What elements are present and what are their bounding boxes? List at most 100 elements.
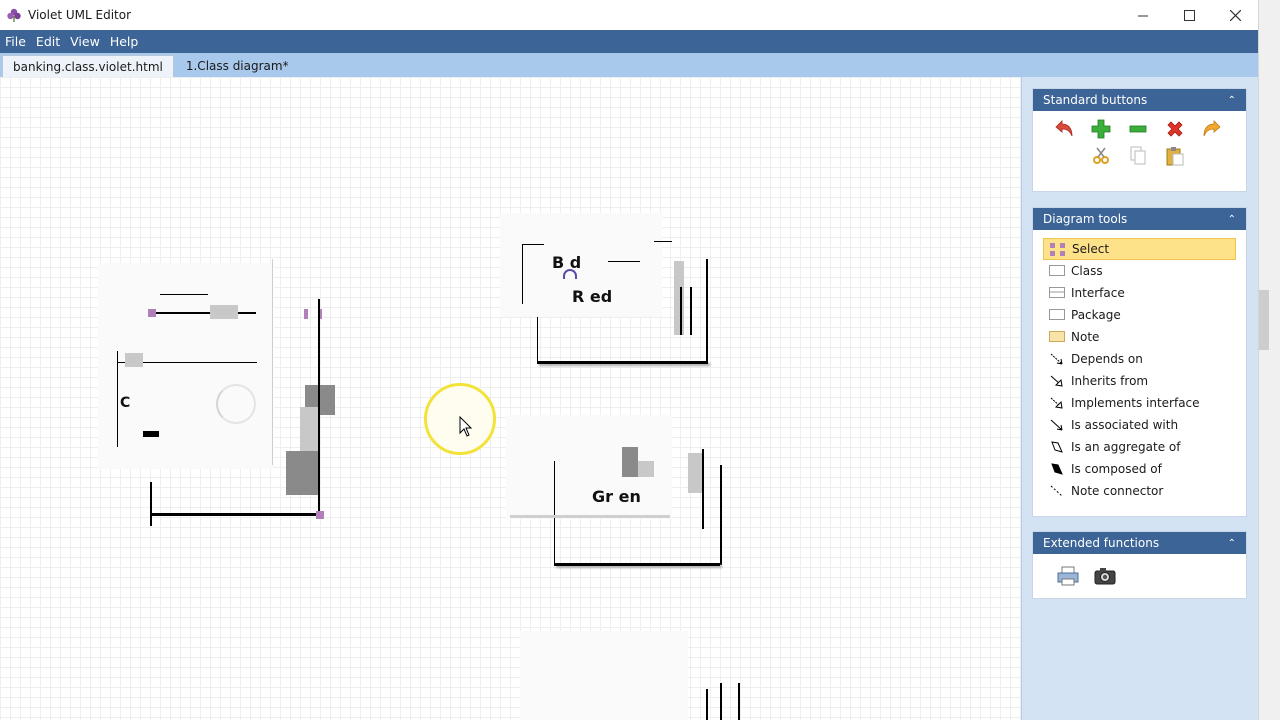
add-button[interactable] xyxy=(1090,118,1112,140)
menu-edit[interactable]: Edit xyxy=(31,34,65,49)
diagram-tools-panel: Diagram tools ⌃ Select Class Interface P… xyxy=(1032,207,1247,517)
tool-label: Class xyxy=(1071,264,1103,278)
remove-button[interactable] xyxy=(1127,118,1149,140)
tab-class-diagram[interactable]: 1.Class diagram* xyxy=(175,55,299,77)
tool-implements-interface[interactable]: Implements interface xyxy=(1043,392,1236,414)
implements-arrow-icon xyxy=(1049,397,1065,409)
class-border xyxy=(537,317,538,363)
side-panel: Standard buttons ⌃ Diagram tools ⌃ Selec… xyxy=(1021,77,1258,720)
paste-button[interactable] xyxy=(1164,145,1186,167)
tool-is-associated-with[interactable]: Is associated with xyxy=(1043,414,1236,436)
class-border xyxy=(654,241,672,242)
camera-icon xyxy=(1094,568,1116,585)
diagram-canvas[interactable]: C B d R ed Gr en xyxy=(0,77,1021,720)
background-scrollbar xyxy=(1259,290,1269,350)
tool-depends-on[interactable]: Depends on xyxy=(1043,348,1236,370)
paste-icon xyxy=(1166,147,1184,166)
tool-label: Is an aggregate of xyxy=(1071,440,1181,454)
render-artifact xyxy=(286,451,320,495)
title-bar: Violet UML Editor xyxy=(0,0,1258,30)
add-icon xyxy=(1091,119,1111,139)
note-icon xyxy=(1049,331,1065,343)
collapse-icon[interactable]: ⌃ xyxy=(1228,214,1236,225)
extended-functions-header[interactable]: Extended functions ⌃ xyxy=(1033,532,1246,554)
maximize-icon xyxy=(1183,9,1195,21)
tool-note-connector[interactable]: Note connector xyxy=(1043,480,1236,502)
composition-icon xyxy=(1049,463,1065,475)
ghost-region xyxy=(520,631,688,720)
class-border xyxy=(150,482,152,526)
class-border xyxy=(706,689,708,720)
class-border xyxy=(702,449,704,529)
class-border xyxy=(720,465,722,565)
menu-file[interactable]: File xyxy=(0,34,31,49)
collapse-icon[interactable]: ⌃ xyxy=(1228,95,1236,106)
render-artifact xyxy=(688,453,702,493)
tool-select[interactable]: Select xyxy=(1043,238,1236,260)
document-tab-bar: banking.class.violet.html 1.Class diagra… xyxy=(0,53,1258,77)
class-line xyxy=(510,515,670,518)
diagram-tools-title: Diagram tools xyxy=(1043,212,1128,226)
class-name-fragment: R ed xyxy=(572,287,613,306)
undo-icon xyxy=(1055,120,1073,137)
delete-button[interactable] xyxy=(1164,118,1186,140)
selection-handle[interactable] xyxy=(148,309,156,317)
tool-label: Is associated with xyxy=(1071,418,1179,432)
print-button[interactable] xyxy=(1057,565,1079,587)
dependency-arrow-icon xyxy=(1049,353,1065,365)
class-line xyxy=(160,294,208,295)
tool-interface[interactable]: Interface xyxy=(1043,282,1236,304)
class-border xyxy=(117,351,118,447)
undo-button[interactable] xyxy=(1053,118,1075,140)
delete-icon xyxy=(1167,121,1183,137)
minimize-button[interactable] xyxy=(1120,0,1166,30)
remove-icon xyxy=(1129,125,1147,133)
export-image-button[interactable] xyxy=(1094,565,1116,587)
collapse-icon[interactable]: ⌃ xyxy=(1228,538,1236,549)
inheritance-arrow-icon xyxy=(1049,375,1065,387)
tool-label: Implements interface xyxy=(1071,396,1200,410)
window-controls xyxy=(1120,0,1258,30)
background-window-edge xyxy=(1258,0,1280,720)
selection-handle[interactable] xyxy=(316,511,324,519)
menu-bar: File Edit View Help xyxy=(0,30,1258,53)
tool-label: Is composed of xyxy=(1071,462,1162,476)
tool-inherits-from[interactable]: Inherits from xyxy=(1043,370,1236,392)
standard-buttons-header[interactable]: Standard buttons ⌃ xyxy=(1033,89,1246,111)
aggregation-icon xyxy=(1049,441,1065,453)
tool-label: Note xyxy=(1071,330,1100,344)
copy-button[interactable] xyxy=(1127,145,1149,167)
tool-package[interactable]: Package xyxy=(1043,304,1236,326)
class-border xyxy=(554,461,555,565)
diagram-tools-header[interactable]: Diagram tools ⌃ xyxy=(1033,208,1246,230)
print-icon xyxy=(1057,566,1079,586)
tool-class[interactable]: Class xyxy=(1043,260,1236,282)
class-icon xyxy=(1049,265,1065,277)
interface-icon xyxy=(1049,287,1065,299)
redo-icon xyxy=(1203,120,1221,137)
class-line xyxy=(152,312,256,314)
tool-note[interactable]: Note xyxy=(1043,326,1236,348)
render-artifact xyxy=(674,261,684,335)
class-name-fragment: Gr en xyxy=(592,487,641,506)
menu-help[interactable]: Help xyxy=(105,34,144,49)
cut-button[interactable] xyxy=(1090,145,1112,167)
menu-view[interactable]: View xyxy=(65,34,105,49)
close-button[interactable] xyxy=(1212,0,1258,30)
tool-label: Depends on xyxy=(1071,352,1143,366)
redo-button[interactable] xyxy=(1201,118,1223,140)
diagram-tools-list: Select Class Interface Package Note Depe… xyxy=(1033,230,1246,510)
selection-handle[interactable] xyxy=(304,309,308,319)
render-artifact xyxy=(143,431,159,437)
tool-is-composed-of[interactable]: Is composed of xyxy=(1043,458,1236,480)
tool-label: Note connector xyxy=(1071,484,1164,498)
maximize-button[interactable] xyxy=(1166,0,1212,30)
class-border xyxy=(272,259,273,465)
note-connector-icon xyxy=(1049,485,1065,497)
tool-label: Package xyxy=(1071,308,1121,322)
window-title: Violet UML Editor xyxy=(28,8,132,22)
class-border xyxy=(522,244,544,245)
tool-is-an-aggregate-of[interactable]: Is an aggregate of xyxy=(1043,436,1236,458)
tab-banking-file[interactable]: banking.class.violet.html xyxy=(2,55,174,77)
mouse-pointer-icon xyxy=(459,416,473,437)
